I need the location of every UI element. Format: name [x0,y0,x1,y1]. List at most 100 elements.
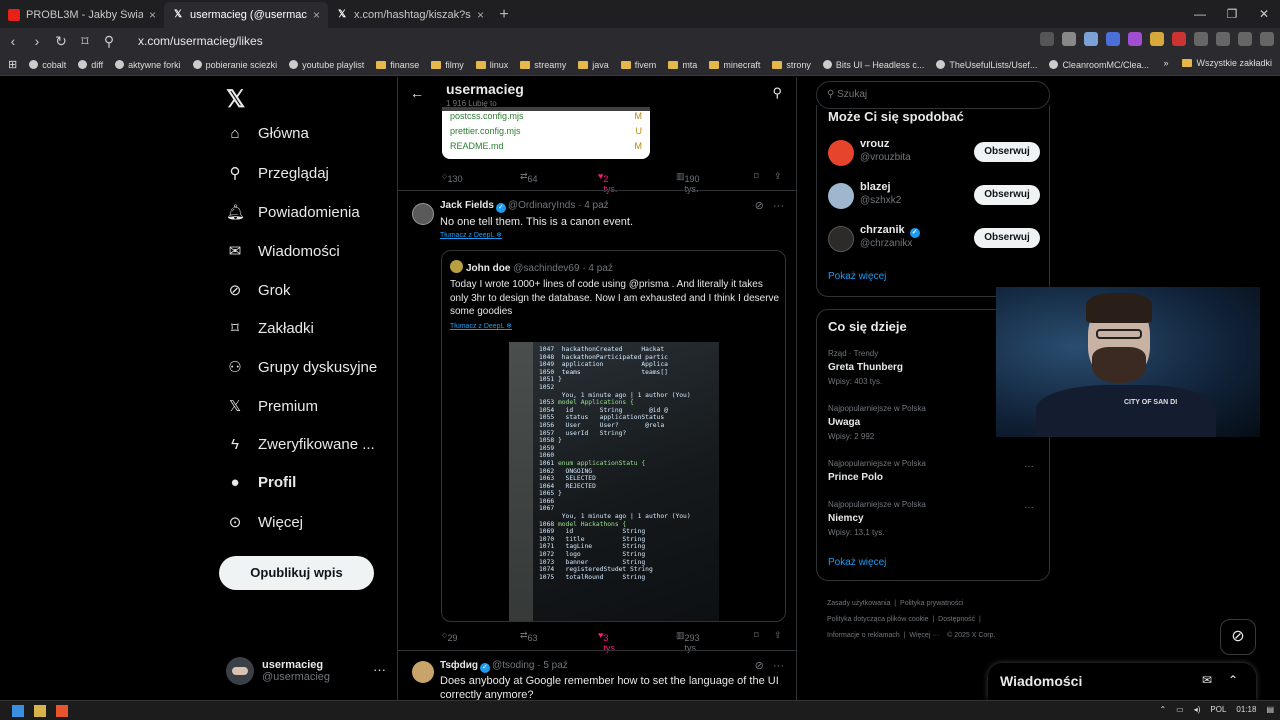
grok-icon[interactable]: ⊘ [755,200,764,212]
network-icon[interactable]: ▭ [1176,705,1184,714]
follow-button[interactable]: Obserwuj [974,228,1040,248]
cast-icon[interactable] [1040,32,1054,46]
browser-tab-youtube[interactable]: PROBL3M - Jakby Świat Kończył Się | × [0,2,164,28]
nav-premium[interactable]: 𝕏 Premium [226,397,318,416]
search-icon[interactable]: ⚲ [772,85,782,101]
bookmark-icon[interactable]: ⌑ [754,171,759,182]
more-icon[interactable]: ··· [373,662,386,677]
minimize-icon[interactable]: — [1184,0,1216,28]
footer-link[interactable]: Zasady użytkowania [827,600,890,607]
trend-item[interactable]: Najpopularniejsze w Polska Niemcy Wpisy:… [828,500,1040,537]
translate-link[interactable]: Tłumacz z DeepL ❄ [440,231,502,239]
repost-button[interactable]: ⇄ 63 [520,630,538,643]
bookmark-folder[interactable]: fivem [620,60,656,70]
brave-shield-icon[interactable] [1062,32,1076,46]
account-switcher[interactable]: usermacieg @usermacieg ··· [226,654,386,688]
show-more-link[interactable]: Pokaż więcej [828,557,886,568]
bookmark-folder[interactable]: strony [772,60,811,70]
browser-tab-x-profile[interactable]: 𝕏 usermacieg (@usermacieg) / X × [164,2,328,28]
grok-icon[interactable]: ⊘ [755,660,764,672]
views-button[interactable]: ▥ 190 tys. [676,171,700,194]
bookmark-folder[interactable]: filmy [431,60,464,70]
bookmark[interactable]: aktywne forki [115,60,181,70]
x-logo-icon[interactable]: 𝕏 [226,85,245,114]
reply-button[interactable]: ○ 29 [442,630,457,643]
post-button[interactable]: Opublikuj wpis [219,556,374,590]
new-tab-icon[interactable]: + [492,2,516,28]
show-more-link[interactable]: Pokaż więcej [828,271,886,282]
bookmark-folder[interactable]: linux [475,60,508,70]
messages-dock[interactable]: Wiadomości ✉ ⌃ [988,663,1256,700]
back-arrow-icon[interactable]: ← [410,85,424,101]
footer-link[interactable]: Dostępność [938,616,975,623]
translate-link[interactable]: Tłumacz z DeepL ❄ [450,322,512,330]
nav-messages[interactable]: ✉ Wiadomości [226,242,340,261]
repost-button[interactable]: ⇄ 64 [520,171,538,184]
apps-icon[interactable]: ⊞ [8,58,17,71]
extension-icon[interactable] [1128,32,1142,46]
sidebar-icon[interactable] [1216,32,1230,46]
bookmark[interactable]: pobieranie sciezki [192,60,277,70]
bookmark-page-icon[interactable]: ⌑ [78,33,92,50]
extension-icon[interactable] [1172,32,1186,46]
bookmark-folder[interactable]: streamy [520,60,566,70]
reload-icon[interactable]: ↻ [54,33,68,50]
bookmark[interactable]: TheUsefulLists/Usef... [936,60,1037,70]
file-explorer-icon[interactable] [34,705,46,717]
volume-icon[interactable]: ◂) [1194,705,1201,714]
expand-icon[interactable]: ⌃ [1228,673,1238,687]
clock[interactable]: 01:18 [1236,705,1256,714]
restore-icon[interactable]: ❐ [1216,0,1248,28]
url-field[interactable]: x.com/usermacieg/likes [138,34,263,48]
close-tab-icon[interactable]: × [477,8,484,22]
forward-icon[interactable]: › [30,33,44,49]
bookmark-folder[interactable]: java [578,60,609,70]
reply-button[interactable]: ○ 130 [442,171,462,184]
nav-bookmarks[interactable]: ⌑ Zakładki [226,319,314,338]
trend-item[interactable]: Najpopularniejsze w Polska Prince Polo ·… [828,459,1040,483]
bookmarks-overflow-icon[interactable]: » [1163,58,1168,68]
views-button[interactable]: ▥ 293 tys. [676,630,700,653]
browser-tab-x-hashtag[interactable]: 𝕏 x.com/hashtag/kiszak?src=hashtag_c × [328,2,492,28]
follow-suggestion[interactable]: vrouz @vrouzbita Obserwuj [828,138,1040,168]
extension-icon[interactable] [1150,32,1164,46]
nav-verified-orgs[interactable]: ϟ Zweryfikowane ... [226,436,375,453]
bookmark-folder[interactable]: finanse [376,60,419,70]
like-button[interactable]: ♥ 3 tys. [598,630,617,653]
tweet[interactable]: Tsфdиg ✓ @tsoding · 5 paź ⊘ ··· Does anybo… [398,651,796,700]
footer-link[interactable]: Polityka prywatności [900,600,963,607]
nav-grok[interactable]: ⊘ Grok [226,281,291,300]
more-icon[interactable]: ··· [1024,502,1034,513]
tray-chevron-icon[interactable]: ⌃ [1159,705,1166,714]
share-icon[interactable]: ⇪ [774,171,782,182]
close-tab-icon[interactable]: × [149,8,156,22]
start-icon[interactable] [12,705,24,717]
footer-link[interactable]: Polityka dotycząca plików cookie [827,616,929,623]
brave-browser-icon[interactable] [56,705,68,717]
nav-profile[interactable]: ● Profil [226,474,296,491]
bookmark-folder[interactable]: minecraft [709,60,760,70]
close-window-icon[interactable]: ✕ [1248,0,1280,28]
bookmark[interactable]: CleanroomMC/Clea... [1049,60,1149,70]
bookmark[interactable]: Bits UI – Headless c... [822,60,924,70]
follow-suggestion[interactable]: blazej @szhxk2 Obserwuj [828,181,1040,211]
more-icon[interactable]: ··· [773,660,784,672]
bookmark[interactable]: diff [78,60,103,70]
like-button[interactable]: ♥ 2 tys. [598,171,617,194]
menu-icon[interactable] [1260,32,1274,46]
site-info-icon[interactable]: ⚲ [102,33,116,50]
nav-home[interactable]: ⌂ Główna [226,125,308,142]
more-icon[interactable]: ··· [773,200,784,212]
tweet[interactable]: Jack Fields ✓ @OrdinaryInds · 4 paź ⊘ ··· … [398,191,796,659]
follow-button[interactable]: Obserwuj [974,142,1040,162]
nav-more[interactable]: ⊙ Więcej [226,513,303,532]
nav-communities[interactable]: ⚇ Grupy dyskusyjne [226,358,377,377]
footer-link[interactable]: Więcej ··· [909,632,939,639]
close-tab-icon[interactable]: × [313,8,320,22]
language-indicator[interactable]: POL [1210,705,1226,714]
footer-link[interactable]: Informacje o reklamach [827,632,900,639]
previous-tweet-image[interactable]: postcss.config.mjs M prettier.config.mjs U… [442,107,650,159]
notifications-icon[interactable]: ▤ [1266,705,1274,714]
code-photo[interactable]: 1047 hackathonCreated Hackat 1048 hackat… [509,342,719,621]
back-icon[interactable]: ‹ [6,33,20,49]
